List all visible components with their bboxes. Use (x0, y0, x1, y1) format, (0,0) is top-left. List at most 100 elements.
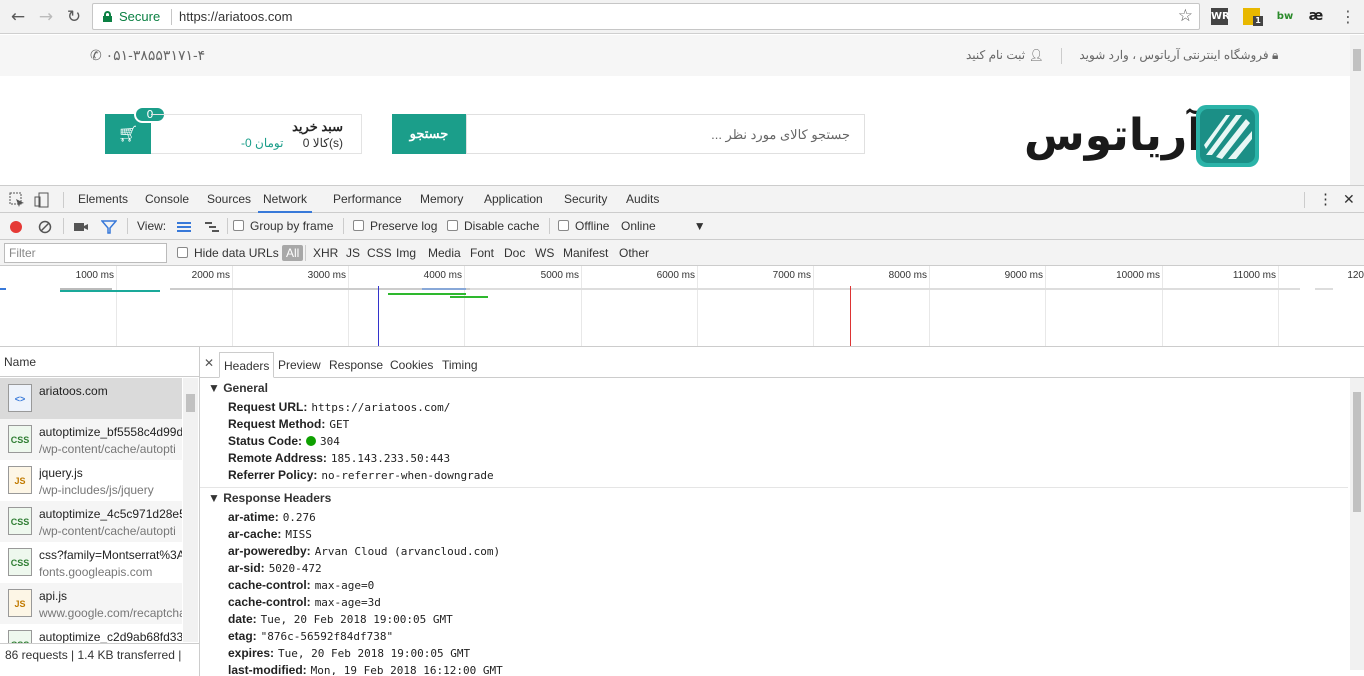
browser-toolbar: ← → ↻ Secure https://ariatoos.com ☆ WR 1… (0, 0, 1364, 34)
header-row: ar-cache: MISS (228, 527, 312, 541)
page-scrollbar[interactable] (1350, 35, 1364, 185)
site-logo[interactable]: آریاتوس (1024, 103, 1264, 169)
disable-cache-checkbox[interactable]: Disable cache (447, 218, 539, 235)
list-item[interactable]: JS jquery.js /wp-includes/js/jquery (0, 460, 182, 501)
css-file-icon: CSS (8, 507, 32, 535)
device-toolbar-icon[interactable] (34, 192, 50, 208)
menu-kebab-icon[interactable]: ⋮ (1338, 7, 1358, 27)
document-file-icon: <> (8, 384, 32, 412)
header-row: Status Code: 304 (228, 434, 340, 448)
filter-js[interactable]: JS (346, 245, 360, 261)
top-strip: ✆ ۰۵۱-۳۸۵۵۳۱۷۱-۴ 🔒︎ فروشگاه اینترنتی آری… (0, 35, 1350, 76)
tab-console[interactable]: Console (140, 186, 194, 213)
filter-xhr[interactable]: XHR (313, 245, 338, 261)
name-column-header[interactable]: Name (0, 347, 199, 377)
extension-ae-icon[interactable]: æ (1306, 8, 1326, 25)
cart-icon: 🛒︎ (117, 124, 139, 143)
filter-funnel-icon[interactable] (100, 219, 118, 235)
header-row: cache-control: max-age=0 (228, 578, 375, 592)
filter-doc[interactable]: Doc (504, 245, 525, 261)
header-row: cache-control: max-age=3d (228, 595, 381, 609)
cart-title: سبد خرید (292, 119, 343, 134)
devtools-tabbar: Elements Console Sources Network Perform… (0, 186, 1364, 213)
timeline-label: 120 (1347, 270, 1364, 281)
search-button[interactable]: جستجو (392, 114, 466, 154)
details-scrollbar[interactable] (1350, 378, 1364, 670)
login-link[interactable]: فروشگاه اینترنتی آریاتوس ، وارد شوید (1079, 48, 1268, 62)
css-file-icon: CSS (8, 548, 32, 576)
filter-bar: Hide data URLs All XHR JS CSS Img Media … (0, 240, 1364, 266)
waterfall-overview-icon[interactable] (204, 219, 220, 235)
extension-notes-icon[interactable]: 1 (1243, 8, 1263, 26)
list-item[interactable]: <> ariatoos.com (0, 378, 182, 419)
phone-icon: ✆ (90, 47, 102, 63)
url-text[interactable]: https://ariatoos.com (179, 9, 292, 24)
filter-input[interactable] (4, 243, 167, 263)
tab-application[interactable]: Application (479, 186, 548, 213)
tab-elements[interactable]: Elements (73, 186, 133, 213)
tab-sources[interactable]: Sources (202, 186, 256, 213)
request-list-scrollbar[interactable] (183, 378, 198, 642)
bookmark-star-icon[interactable]: ☆ (1178, 6, 1193, 26)
headers-content: ▼ General Request URL: https://ariatoos.c… (200, 346, 1350, 675)
cart-summary[interactable]: سبد خرید 0 کالا(s) -0 تومان (151, 114, 362, 154)
forward-arrow-icon[interactable]: → (36, 7, 56, 27)
filter-css[interactable]: CSS (367, 245, 392, 261)
list-item[interactable]: CSS autoptimize_c2d9ab68fd33 (0, 624, 182, 643)
network-summary: 86 requests | 1.4 KB transferred | (0, 643, 199, 667)
status-ok-dot-icon (306, 436, 317, 446)
clear-icon[interactable] (37, 219, 53, 235)
filter-ws[interactable]: WS (535, 245, 554, 261)
general-section-title[interactable]: ▼ General (208, 381, 268, 395)
header-row: Remote Address: 185.143.233.50:443 (228, 451, 451, 465)
filter-font[interactable]: Font (470, 245, 494, 261)
screenshot-camera-icon[interactable] (73, 219, 89, 235)
throttle-select[interactable]: Online ▼ (621, 218, 706, 235)
devtools-close-icon[interactable]: ✕ (1338, 186, 1360, 213)
filter-other[interactable]: Other (619, 245, 649, 261)
response-headers-section-title[interactable]: ▼ Response Headers (208, 491, 331, 505)
list-item[interactable]: CSS css?family=Montserrat%3A fonts.googl… (0, 542, 182, 583)
timeline-label: 2000 ms (191, 270, 230, 281)
secure-label: Secure (119, 9, 161, 24)
tab-security[interactable]: Security (559, 186, 612, 213)
preserve-log-checkbox[interactable]: Preserve log (353, 218, 437, 235)
timeline-overview[interactable]: 1000 ms 2000 ms 3000 ms 4000 ms 5000 ms … (0, 266, 1364, 347)
timeline-label: 1000 ms (75, 270, 114, 281)
tab-audits[interactable]: Audits (621, 186, 664, 213)
inspect-element-icon[interactable] (9, 192, 25, 208)
large-rows-icon[interactable] (176, 219, 192, 235)
timeline-label: 3000 ms (307, 270, 346, 281)
phone-number: ✆ ۰۵۱-۳۸۵۵۳۱۷۱-۴ (90, 47, 206, 63)
tab-memory[interactable]: Memory (415, 186, 468, 213)
register-link[interactable]: ثبت نام کنید (966, 48, 1025, 62)
header-row: Request URL: https://ariatoos.com/ (228, 400, 451, 414)
timeline-label: 7000 ms (772, 270, 811, 281)
cart-price: -0 تومان (241, 136, 284, 150)
filter-manifest[interactable]: Manifest (563, 245, 608, 261)
list-item[interactable]: JS api.js www.google.com/recaptcha (0, 583, 182, 624)
timeline-label: 5000 ms (540, 270, 579, 281)
extension-wr-icon[interactable]: WR (1211, 8, 1230, 25)
address-bar[interactable]: Secure https://ariatoos.com ☆ (92, 3, 1200, 30)
back-arrow-icon[interactable]: ← (8, 7, 28, 27)
header-row: Referrer Policy: no-referrer-when-downgra… (228, 468, 494, 482)
list-item[interactable]: CSS autoptimize_4c5c971d28e5 /wp-content… (0, 501, 182, 542)
record-icon[interactable] (8, 219, 24, 235)
extension-bw-icon[interactable]: bw (1275, 8, 1295, 25)
filter-img[interactable]: Img (396, 245, 416, 261)
hide-data-urls-checkbox[interactable]: Hide data URLs (177, 245, 279, 261)
offline-checkbox[interactable]: Offline (558, 218, 609, 235)
header-row: last-modified: Mon, 19 Feb 2018 16:12:00 … (228, 663, 503, 675)
search-input[interactable] (466, 114, 865, 154)
filter-media[interactable]: Media (428, 245, 461, 261)
list-item[interactable]: CSS autoptimize_bf5558c4d99d /wp-content… (0, 419, 182, 460)
tab-performance[interactable]: Performance (328, 186, 407, 213)
js-file-icon: JS (8, 466, 32, 494)
filter-all[interactable]: All (282, 245, 304, 261)
devtools-menu-icon[interactable]: ⋮ (1313, 186, 1338, 213)
group-by-frame-checkbox[interactable]: Group by frame (233, 218, 333, 235)
tab-network[interactable]: Network (258, 186, 313, 213)
reload-icon[interactable]: ↻ (64, 7, 84, 27)
lock-icon (103, 11, 112, 22)
